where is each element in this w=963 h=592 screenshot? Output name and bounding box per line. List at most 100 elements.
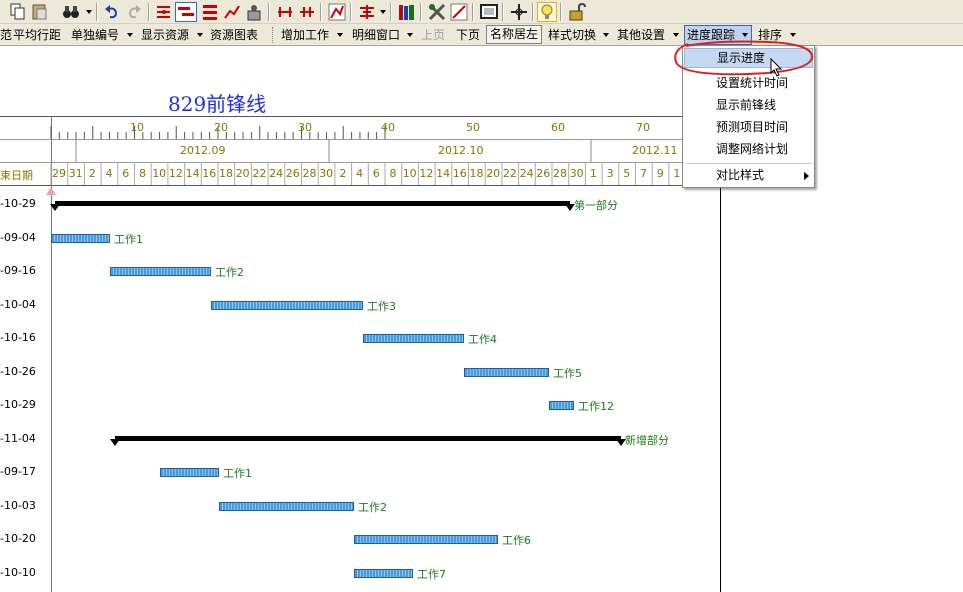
network-chart-icon[interactable] <box>156 3 172 21</box>
task-label: 工作5 <box>553 366 582 380</box>
menu-item-predict-time[interactable]: 预测项目时间 <box>684 117 813 138</box>
numbering-dropdown-icon[interactable] <box>127 33 133 37</box>
task-label: 工作12 <box>578 400 614 413</box>
day-label: 20 <box>235 167 250 180</box>
truncated-item[interactable]: 范 <box>0 24 12 46</box>
day-label: 12 <box>419 167 434 180</box>
day-label: 24 <box>519 167 534 180</box>
row-date: -11-04 <box>0 431 36 445</box>
lightbulb-icon[interactable] <box>537 2 557 22</box>
detail-window-dropdown-icon[interactable] <box>407 33 413 37</box>
day-label: 10 <box>152 167 167 180</box>
edit-chart-icon[interactable] <box>450 3 468 21</box>
move-icon[interactable] <box>510 3 528 21</box>
icon-toolbar <box>0 0 963 24</box>
day-label: 14 <box>185 167 200 180</box>
day-label: 29 <box>52 167 66 180</box>
line-chart-icon[interactable] <box>224 3 240 21</box>
toolbar-item-resource-chart[interactable]: 资源图表 <box>210 24 258 46</box>
task-label: 工作1 <box>223 467 252 480</box>
row-date: -10-29 <box>0 197 36 210</box>
row-date: -10-10 <box>0 565 36 579</box>
day-label: 6 <box>122 167 130 180</box>
day-label: 4 <box>356 167 364 180</box>
task-bar[interactable] <box>549 401 574 410</box>
books-icon[interactable] <box>398 3 416 21</box>
row-date: -10-29 <box>0 398 36 411</box>
annotation-circle <box>674 40 814 76</box>
paste-icon[interactable] <box>32 3 48 21</box>
ruler-number: 60 <box>551 121 565 134</box>
ruler-number: 50 <box>466 121 480 134</box>
day-label: 12 <box>168 167 183 180</box>
submenu-arrow-icon <box>804 172 809 180</box>
task-bar[interactable] <box>363 334 464 343</box>
day-label: 8 <box>139 167 146 180</box>
toolbar-item-show-resource[interactable]: 显示资源 <box>141 24 189 46</box>
task-bar[interactable] <box>354 568 413 578</box>
task-bar[interactable] <box>354 535 498 544</box>
task-bar[interactable] <box>51 233 110 243</box>
tools-icon[interactable] <box>428 3 446 21</box>
gantt-chart[interactable]: 829前锋线 10 20 30 40 50 60 70 2012.09 2012.10 2012… <box>0 46 963 592</box>
mouse-cursor-icon <box>770 58 783 77</box>
ruler-number: 20 <box>214 121 228 134</box>
copy-icon[interactable] <box>10 3 26 21</box>
task-bar[interactable] <box>160 468 219 477</box>
add-task-dropdown-icon[interactable] <box>337 33 343 37</box>
print-preview-icon[interactable] <box>480 3 498 21</box>
binoculars-dropdown-icon[interactable] <box>86 10 92 14</box>
task-label: 工作6 <box>502 534 531 547</box>
day-label: 3 <box>606 167 614 180</box>
day-label: 10 <box>402 167 417 180</box>
collapse-icon[interactable] <box>298 3 316 21</box>
align-icon[interactable] <box>358 3 376 21</box>
toolbar-item-detail-window[interactable]: 明细窗口 <box>352 24 400 46</box>
day-label: 2 <box>339 167 347 180</box>
unlock-icon[interactable] <box>568 3 586 21</box>
gantt-chart-icon[interactable] <box>175 2 197 22</box>
toolbar-item-row-spacing[interactable]: 平均行距 <box>13 24 61 46</box>
binoculars-icon[interactable] <box>62 3 82 21</box>
day-label: 5 <box>623 167 631 180</box>
row-date: -10-16 <box>0 331 36 344</box>
day-label: 22 <box>252 167 267 180</box>
day-label: 2 <box>88 167 96 180</box>
statistics-icon[interactable] <box>328 3 346 21</box>
expand-icon[interactable] <box>276 3 294 21</box>
summary-end-marker <box>110 438 120 446</box>
align-dropdown-icon[interactable] <box>380 10 386 14</box>
toolbar-item-name-left[interactable]: 名称居左 <box>486 25 543 44</box>
day-label: 9 <box>656 167 664 180</box>
toolbar-item-add-task[interactable]: 增加工作 <box>281 24 329 46</box>
timescale-icon[interactable] <box>202 3 218 21</box>
row-date: -09-16 <box>0 264 36 277</box>
toolbar-item-prev-page[interactable]: 上页 <box>421 24 445 46</box>
ruler-number: 40 <box>381 121 395 134</box>
task-bar[interactable] <box>219 501 354 511</box>
toolbar-item-other-settings[interactable]: 其他设置 <box>617 24 665 46</box>
summary-bar[interactable] <box>55 201 570 206</box>
task-bar[interactable] <box>110 267 211 276</box>
task-label: 工作1 <box>114 232 143 246</box>
toolbar-item-style-switch[interactable]: 样式切换 <box>548 24 596 46</box>
summary-bar[interactable] <box>115 435 621 441</box>
start-marker-icon <box>46 187 56 195</box>
task-label: 新增部分 <box>625 433 669 447</box>
redo-icon[interactable] <box>126 3 142 21</box>
menu-item-show-frontline[interactable]: 显示前锋线 <box>684 95 813 116</box>
task-bar[interactable] <box>211 300 363 310</box>
toolbar-grip <box>272 27 275 43</box>
resource-icon[interactable] <box>246 3 262 21</box>
day-label: 22 <box>502 167 517 180</box>
toolbar-item-next-page[interactable]: 下页 <box>456 24 480 46</box>
menu-item-adjust-network[interactable]: 调整网络计划 <box>684 139 813 160</box>
toolbar-item-numbering[interactable]: 单独编号 <box>71 24 119 46</box>
menu-item-compare-style[interactable]: 对比样式 <box>684 165 813 186</box>
style-switch-dropdown-icon[interactable] <box>603 33 609 37</box>
day-label: 16 <box>202 167 217 180</box>
day-label: 20 <box>486 167 501 180</box>
show-resource-dropdown-icon[interactable] <box>197 33 203 37</box>
task-bar[interactable] <box>464 367 549 377</box>
undo-icon[interactable] <box>104 3 120 21</box>
